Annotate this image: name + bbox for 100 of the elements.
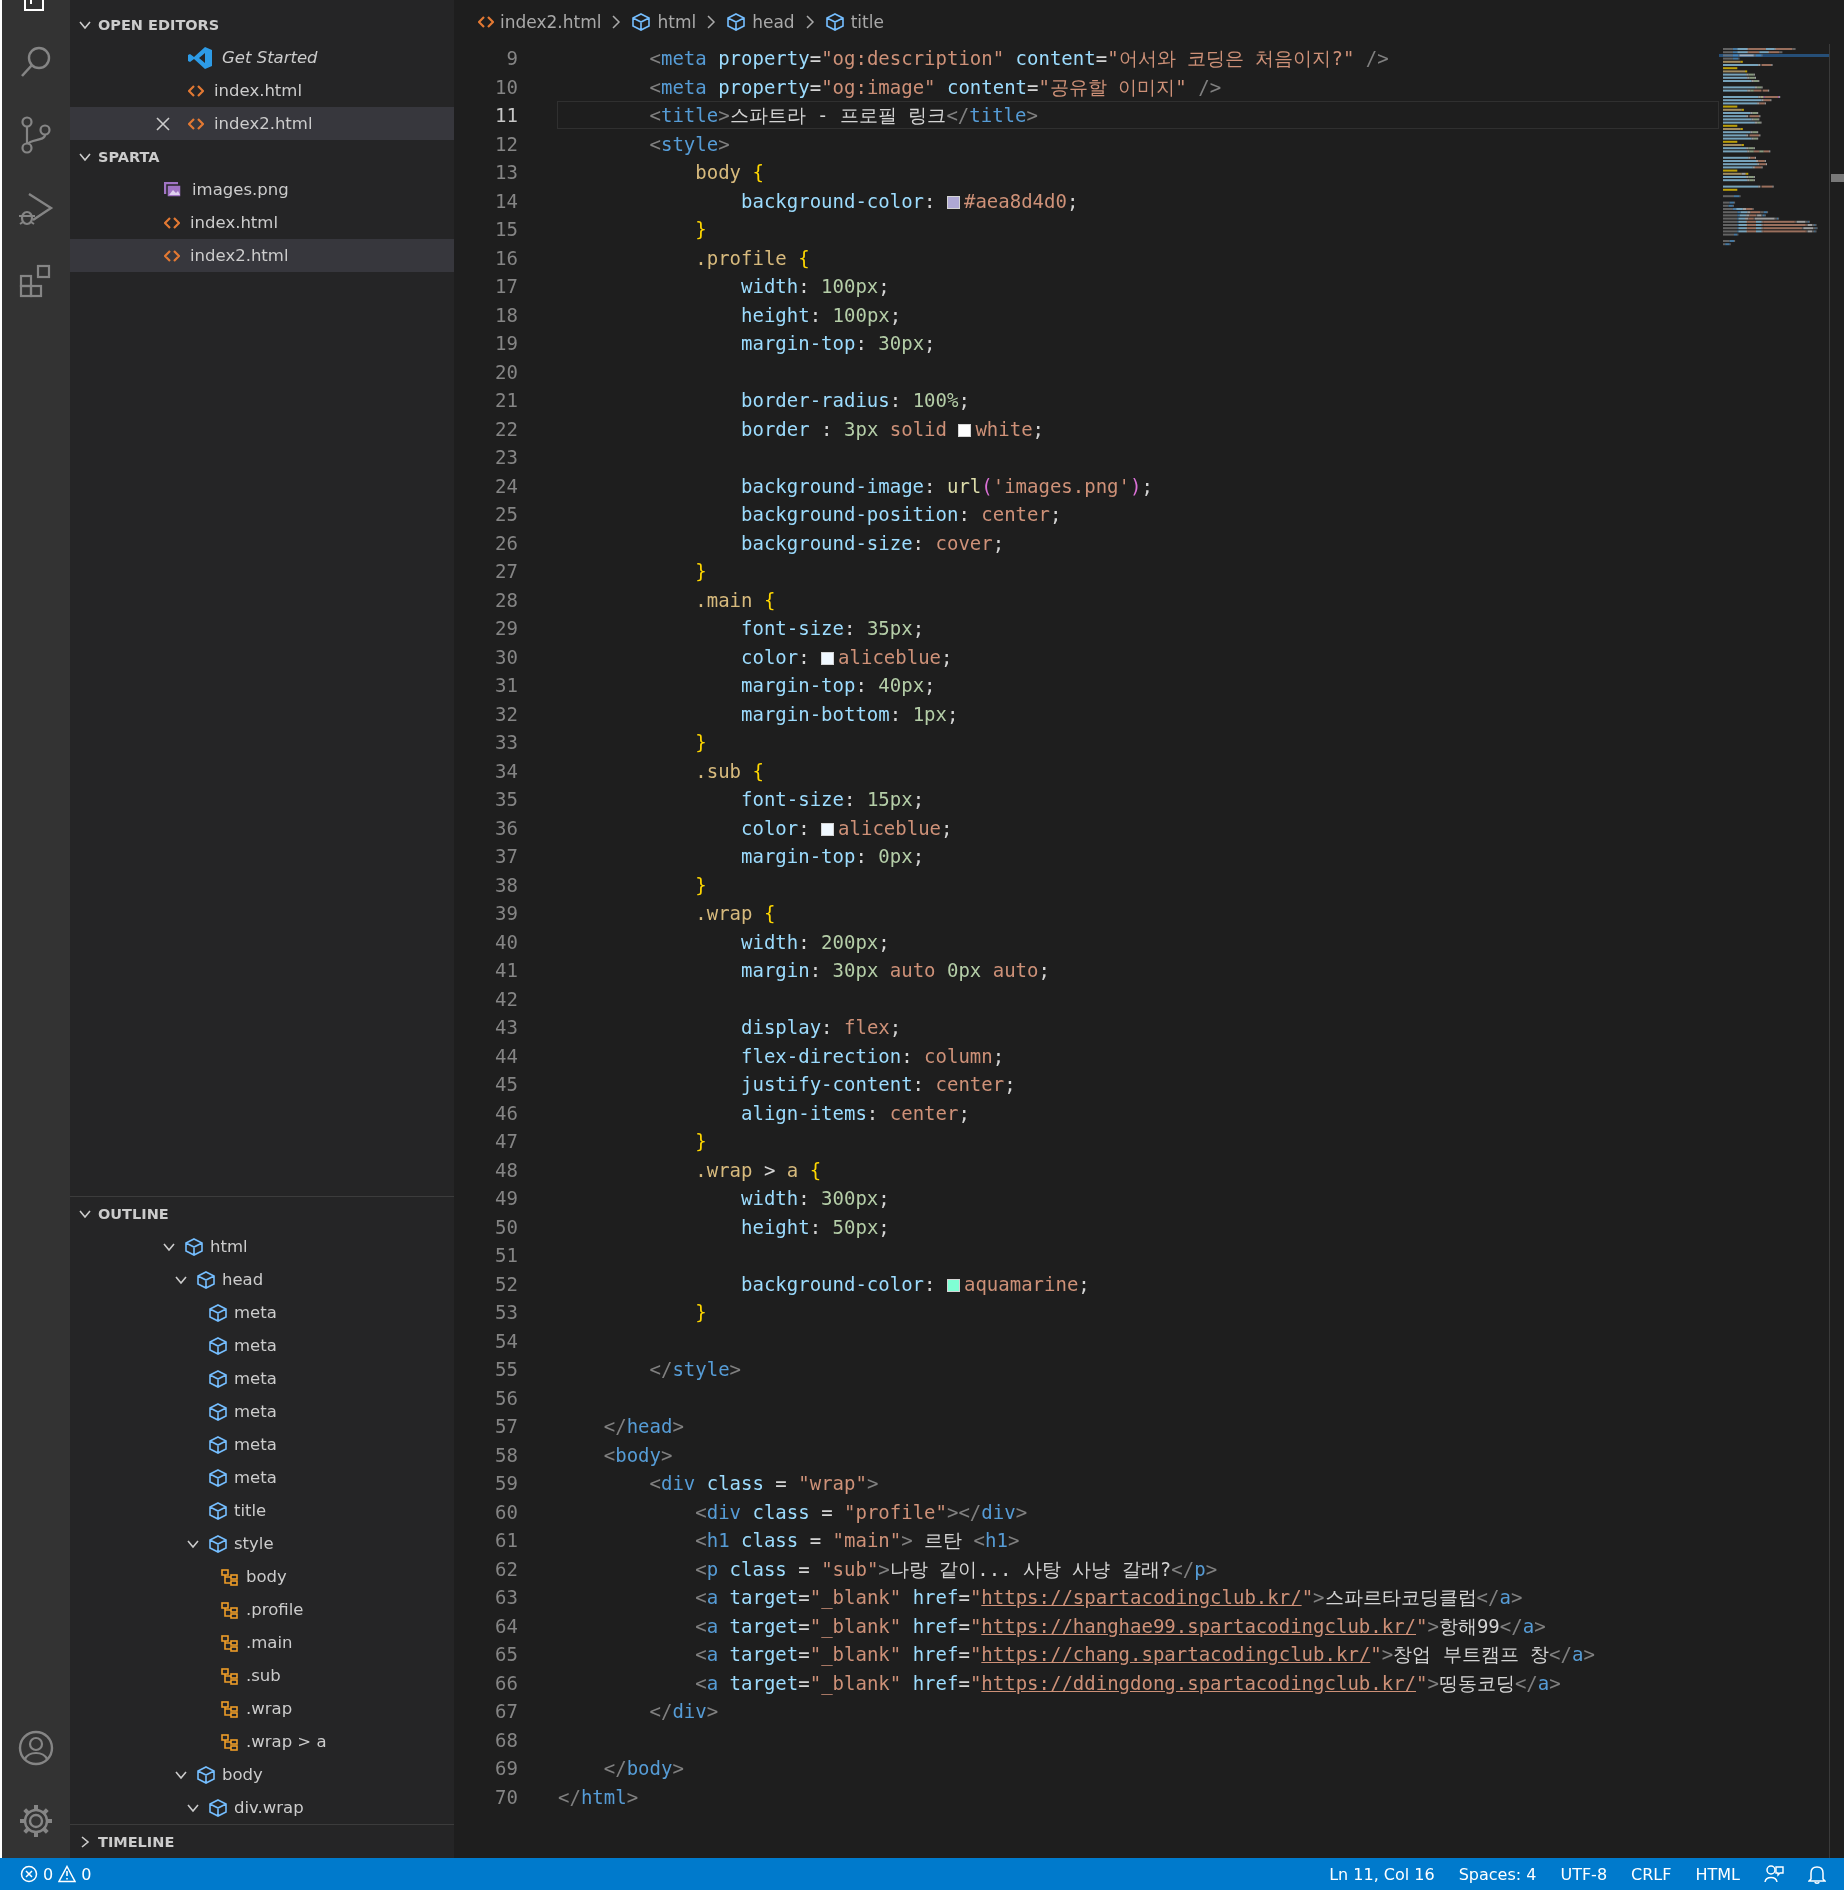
section-header[interactable]: OPEN EDITORS [70,8,454,41]
line-number: 49 [494,1186,518,1211]
code-line: background-position: center; [740,502,1063,528]
nodes-icon [220,1632,240,1653]
status-item[interactable]: HTML [1695,1864,1740,1884]
play-bug-icon[interactable] [17,190,55,228]
nodes-icon [220,1566,240,1587]
outline-item[interactable]: div.wrap [70,1791,454,1824]
cube-icon [208,1533,228,1554]
line-number: 22 [494,416,518,442]
problems-button[interactable]: 0 0 [0,1858,100,1890]
code-line: margin-top: 40px; [740,673,937,699]
code-line: height: 100px; [740,302,903,328]
outline-item[interactable]: .wrap > a [70,1725,454,1758]
file-item[interactable]: images.png [70,173,454,206]
line-number: 29 [494,616,518,641]
code-line: <p class = "sub">나랑 같이... 사탕 사냥 갈래?</p> [694,1556,1219,1582]
line-number: 55 [494,1357,518,1382]
code-line: background-color: #aea8d4d0; [740,188,1080,214]
code-line: </head> [602,1414,685,1440]
outline-item[interactable]: body [70,1758,454,1791]
code-line: height: 50px; [740,1214,891,1240]
line-number: 53 [494,1300,518,1325]
outline-item[interactable]: meta [70,1329,454,1362]
nodes-icon [220,1731,240,1752]
outline-item[interactable]: head [70,1263,454,1296]
code-line: } [694,217,708,243]
status-item[interactable]: CRLF [1631,1864,1672,1884]
cube-icon [208,1434,228,1455]
line-number: 64 [494,1613,518,1639]
line-number: 37 [494,844,518,869]
code-line: margin-top: 30px; [740,331,937,357]
cube-icon [208,1368,228,1389]
line-number: 38 [494,872,518,898]
section-header[interactable]: OUTLINE [70,1197,454,1230]
cube-icon [208,1797,228,1818]
line-number: 32 [494,701,518,727]
color-swatch[interactable] [958,423,972,437]
breadcrumb-item[interactable]: html [657,12,697,32]
status-item[interactable]: Spaces: 4 [1458,1864,1537,1884]
line-number: 44 [494,1043,518,1069]
code-line: .sub { [694,758,765,784]
section-header[interactable]: SPARTA [70,140,454,173]
line-number: 58 [494,1442,518,1468]
outline-item[interactable]: meta [70,1428,454,1461]
line-number: 66 [494,1670,518,1696]
outline-item[interactable]: meta [70,1461,454,1494]
outline-item[interactable]: title [70,1494,454,1527]
code-line: background-image: url('images.png'); [740,473,1154,499]
file-item[interactable]: index.html [70,206,454,239]
scrollbar-thumb[interactable] [1831,174,1844,182]
breadcrumb-item[interactable]: head [752,12,795,32]
outline-item[interactable]: .wrap [70,1692,454,1725]
status-item[interactable]: UTF-8 [1560,1864,1608,1884]
outline-item[interactable]: .sub [70,1659,454,1692]
settings-icon[interactable] [17,1802,55,1840]
outline-item[interactable]: meta [70,1395,454,1428]
line-number: 43 [494,1015,518,1040]
account-icon[interactable] [17,1729,55,1767]
nodes-icon [220,1599,240,1620]
code-line: <body> [602,1442,674,1468]
line-number: 67 [494,1699,518,1724]
color-swatch[interactable] [946,195,960,209]
status-item[interactable]: Ln 11, Col 16 [1329,1864,1435,1884]
line-number: 63 [494,1585,518,1610]
code-line: align-items: center; [740,1100,971,1126]
close-icon[interactable] [156,116,170,131]
code-line: width: 300px; [740,1186,891,1212]
outline-item[interactable]: .profile [70,1593,454,1626]
file-item[interactable]: index2.html [70,239,454,272]
breadcrumb-item[interactable]: index2.html [500,12,602,32]
cube-icon [208,1302,228,1323]
code-line: flex-direction: column; [740,1043,1006,1069]
file-item[interactable]: index2.html [70,107,454,140]
bell-icon[interactable] [1808,1864,1826,1884]
file-item[interactable]: Get Started [70,41,454,74]
breadcrumb-item[interactable]: title [850,12,884,32]
outline-item[interactable]: meta [70,1296,454,1329]
outline-item[interactable]: style [70,1527,454,1560]
nodes-icon [220,1665,240,1686]
color-swatch[interactable] [821,651,835,665]
file-item[interactable]: index.html [70,74,454,107]
line-number: 62 [494,1556,518,1582]
outline-item[interactable]: html [70,1230,454,1263]
color-swatch[interactable] [821,822,835,836]
outline-item[interactable]: .main [70,1626,454,1659]
line-number: 56 [494,1385,518,1411]
warning-icon [58,1865,77,1883]
code-line: justify-content: center; [740,1072,1017,1098]
code-line: .profile { [694,245,811,271]
angle-brackets-icon [188,116,204,131]
feedback-icon[interactable] [1764,1864,1784,1884]
color-swatch[interactable] [946,1278,960,1292]
line-number: 52 [494,1271,518,1297]
cube-icon [208,1401,228,1422]
code-line: </html> [557,1784,640,1810]
line-number: 21 [494,388,518,413]
outline-item[interactable]: body [70,1560,454,1593]
outline-item[interactable]: meta [70,1362,454,1395]
ribbon-logo-icon [188,46,212,69]
